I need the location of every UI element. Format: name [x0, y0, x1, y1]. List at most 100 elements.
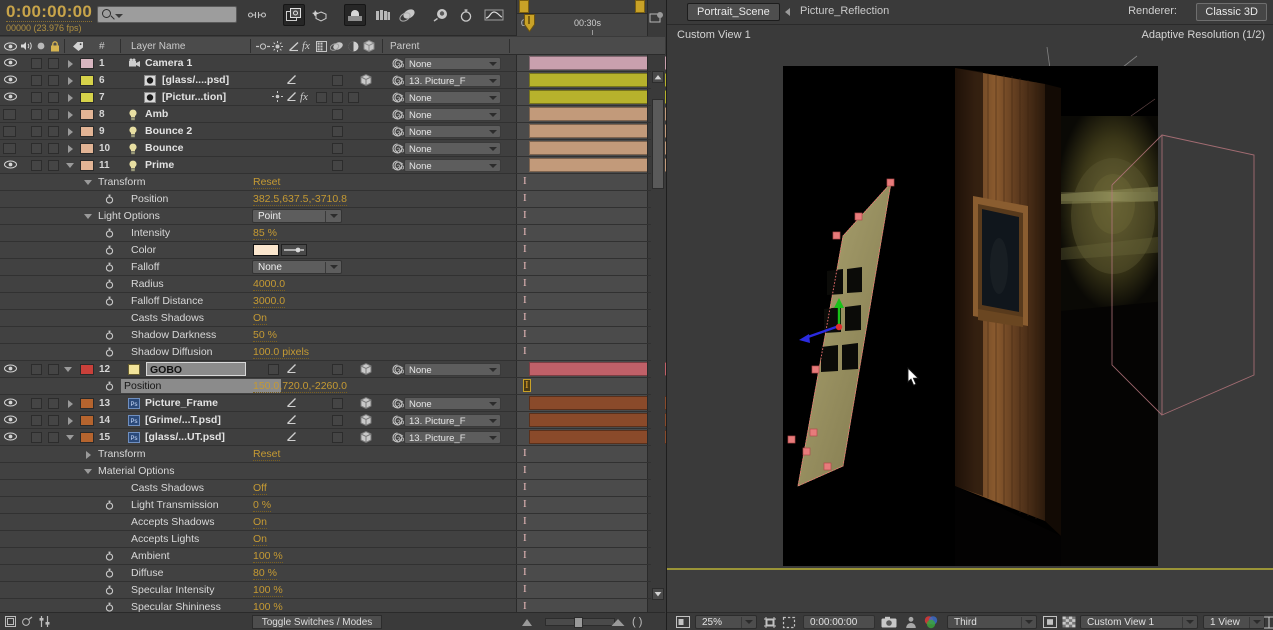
keyframe-indicator[interactable]: I: [523, 346, 527, 357]
pixel-aspect-icon[interactable]: [1261, 615, 1273, 629]
collapse-arrow-icon[interactable]: [64, 367, 72, 372]
work-area-start-handle[interactable]: [519, 0, 529, 13]
zoom-in-timeline-icon[interactable]: [610, 618, 626, 630]
property-label[interactable]: Accepts Shadows: [131, 516, 214, 528]
keyframe-indicator[interactable]: I: [523, 227, 527, 238]
lock-switch[interactable]: [48, 143, 59, 154]
property-value[interactable]: 100 %: [253, 584, 283, 597]
video-toggle-icon[interactable]: [4, 432, 18, 442]
property-value[interactable]: 100.0 pixels: [253, 346, 310, 359]
parent-select[interactable]: None: [404, 57, 501, 70]
expand-arrow-icon[interactable]: [68, 400, 73, 408]
row-track[interactable]: I: [516, 293, 647, 309]
row-track[interactable]: I: [516, 327, 647, 343]
keyframe-indicator[interactable]: I: [523, 176, 527, 187]
parent-select[interactable]: None: [404, 363, 501, 376]
grid-layers-icon[interactable]: [372, 4, 394, 26]
keyframe-indicator[interactable]: I: [523, 482, 527, 493]
keyframe-indicator[interactable]: I: [523, 312, 527, 323]
property-row[interactable]: Intensity 85 % I: [0, 225, 665, 242]
property-row[interactable]: Radius 4000.0 I: [0, 276, 665, 293]
property-label[interactable]: Shadow Darkness: [131, 329, 216, 341]
motion-blur-bottom-icon[interactable]: [21, 615, 34, 630]
parent-pick-whip-icon[interactable]: [392, 126, 403, 140]
property-label[interactable]: Diffuse: [131, 567, 164, 579]
expand-arrow-icon[interactable]: [68, 60, 73, 68]
motion-blur-switch[interactable]: [332, 143, 343, 154]
property-row[interactable]: Accepts Lights On I: [0, 531, 665, 548]
keyframe-indicator[interactable]: I: [523, 465, 527, 476]
row-track[interactable]: [516, 55, 899, 71]
property-row-gobo-position[interactable]: Position 150.0,720.0,-2260.0 I: [0, 378, 665, 395]
layer-name[interactable]: [Grime/...T.psd]: [145, 414, 221, 426]
property-label[interactable]: Shadow Diffusion: [131, 346, 213, 358]
property-label[interactable]: Specular Intensity: [131, 584, 214, 596]
row-track[interactable]: I: [516, 276, 647, 292]
playhead-marker[interactable]: [524, 14, 535, 33]
label-color-swatch[interactable]: [80, 160, 94, 171]
motion-blur-switch[interactable]: [332, 109, 343, 120]
solo-switch[interactable]: [31, 126, 42, 137]
parent-select[interactable]: None: [404, 91, 501, 104]
expand-arrow-icon[interactable]: [68, 128, 73, 136]
motion-blur-switch[interactable]: [332, 415, 343, 426]
row-track[interactable]: [516, 106, 899, 122]
current-time-field[interactable]: 0:00:00:00: [803, 615, 875, 629]
parent-pick-whip-icon[interactable]: [392, 75, 403, 89]
row-track[interactable]: [516, 412, 899, 428]
property-value[interactable]: Reset: [253, 176, 281, 189]
property-row[interactable]: Light Transmission 0 % I: [0, 497, 665, 514]
row-track[interactable]: I: [516, 514, 647, 530]
property-label[interactable]: Light Options: [98, 210, 160, 222]
keyframe-indicator[interactable]: I: [523, 295, 527, 306]
video-toggle-off[interactable]: [3, 109, 16, 120]
row-track[interactable]: I: [516, 531, 647, 547]
lock-switch[interactable]: [48, 126, 59, 137]
stopwatch-icon[interactable]: [105, 551, 114, 561]
layer-name[interactable]: [Pictur...tion]: [162, 91, 226, 103]
property-row[interactable]: Accepts Shadows On I: [0, 514, 665, 531]
motion-blur-icon[interactable]: [397, 4, 419, 26]
property-row[interactable]: Specular Intensity 100 % I: [0, 582, 665, 599]
motion-blur-switch[interactable]: [332, 75, 343, 86]
timecode-value[interactable]: 0:00:00:00: [6, 2, 93, 22]
column-header-parent[interactable]: Parent: [390, 37, 419, 55]
property-label[interactable]: Casts Shadows: [131, 312, 204, 324]
property-row[interactable]: Ambient 100 % I: [0, 548, 665, 565]
parent-select[interactable]: None: [404, 125, 501, 138]
renderer-button[interactable]: Classic 3D: [1196, 3, 1267, 21]
collapse-arrow-icon[interactable]: [66, 435, 74, 440]
solo-switch[interactable]: [31, 143, 42, 154]
stopwatch-icon[interactable]: [105, 347, 114, 357]
video-toggle-icon[interactable]: [4, 58, 18, 68]
label-color-swatch[interactable]: [80, 143, 94, 154]
keyframe-indicator[interactable]: I: [523, 601, 527, 612]
quality-switch[interactable]: [286, 431, 297, 444]
keyframe-indicator[interactable]: I: [523, 244, 527, 255]
video-toggle-icon[interactable]: [4, 415, 18, 425]
parent-pick-whip-icon[interactable]: [392, 143, 403, 157]
stopwatch-icon[interactable]: [105, 568, 114, 578]
solo-switch[interactable]: [31, 92, 42, 103]
view-layout-select[interactable]: Custom View 1: [1080, 615, 1198, 629]
parent-pick-whip-icon[interactable]: [392, 58, 403, 72]
video-toggle-icon[interactable]: [4, 75, 18, 85]
property-row[interactable]: Shadow Darkness 50 % I: [0, 327, 665, 344]
zoom-select[interactable]: 25%: [695, 615, 757, 629]
property-row[interactable]: Shadow Diffusion 100.0 pixels I: [0, 344, 665, 361]
row-track[interactable]: I: [516, 174, 647, 190]
row-track[interactable]: [516, 140, 899, 156]
table-row[interactable]: 11 Prime -ॐ- None: [0, 157, 899, 174]
stopwatch-icon[interactable]: [105, 500, 114, 510]
keyframe-indicator[interactable]: I: [523, 584, 527, 595]
timeline-brackets-icon[interactable]: ( ): [632, 616, 642, 628]
label-color-swatch[interactable]: [80, 58, 94, 69]
layer-name[interactable]: Bounce 2: [145, 125, 192, 137]
property-label[interactable]: Falloff Distance: [131, 295, 203, 307]
property-row[interactable]: Material Options I: [0, 463, 665, 480]
property-group-arrow-icon[interactable]: [86, 451, 91, 459]
graph-editor-ball-icon[interactable]: [430, 4, 452, 26]
layer-name-edit-field[interactable]: GOBO: [146, 362, 246, 376]
quality-switch[interactable]: [286, 397, 297, 410]
property-label[interactable]: Light Transmission: [131, 499, 219, 511]
